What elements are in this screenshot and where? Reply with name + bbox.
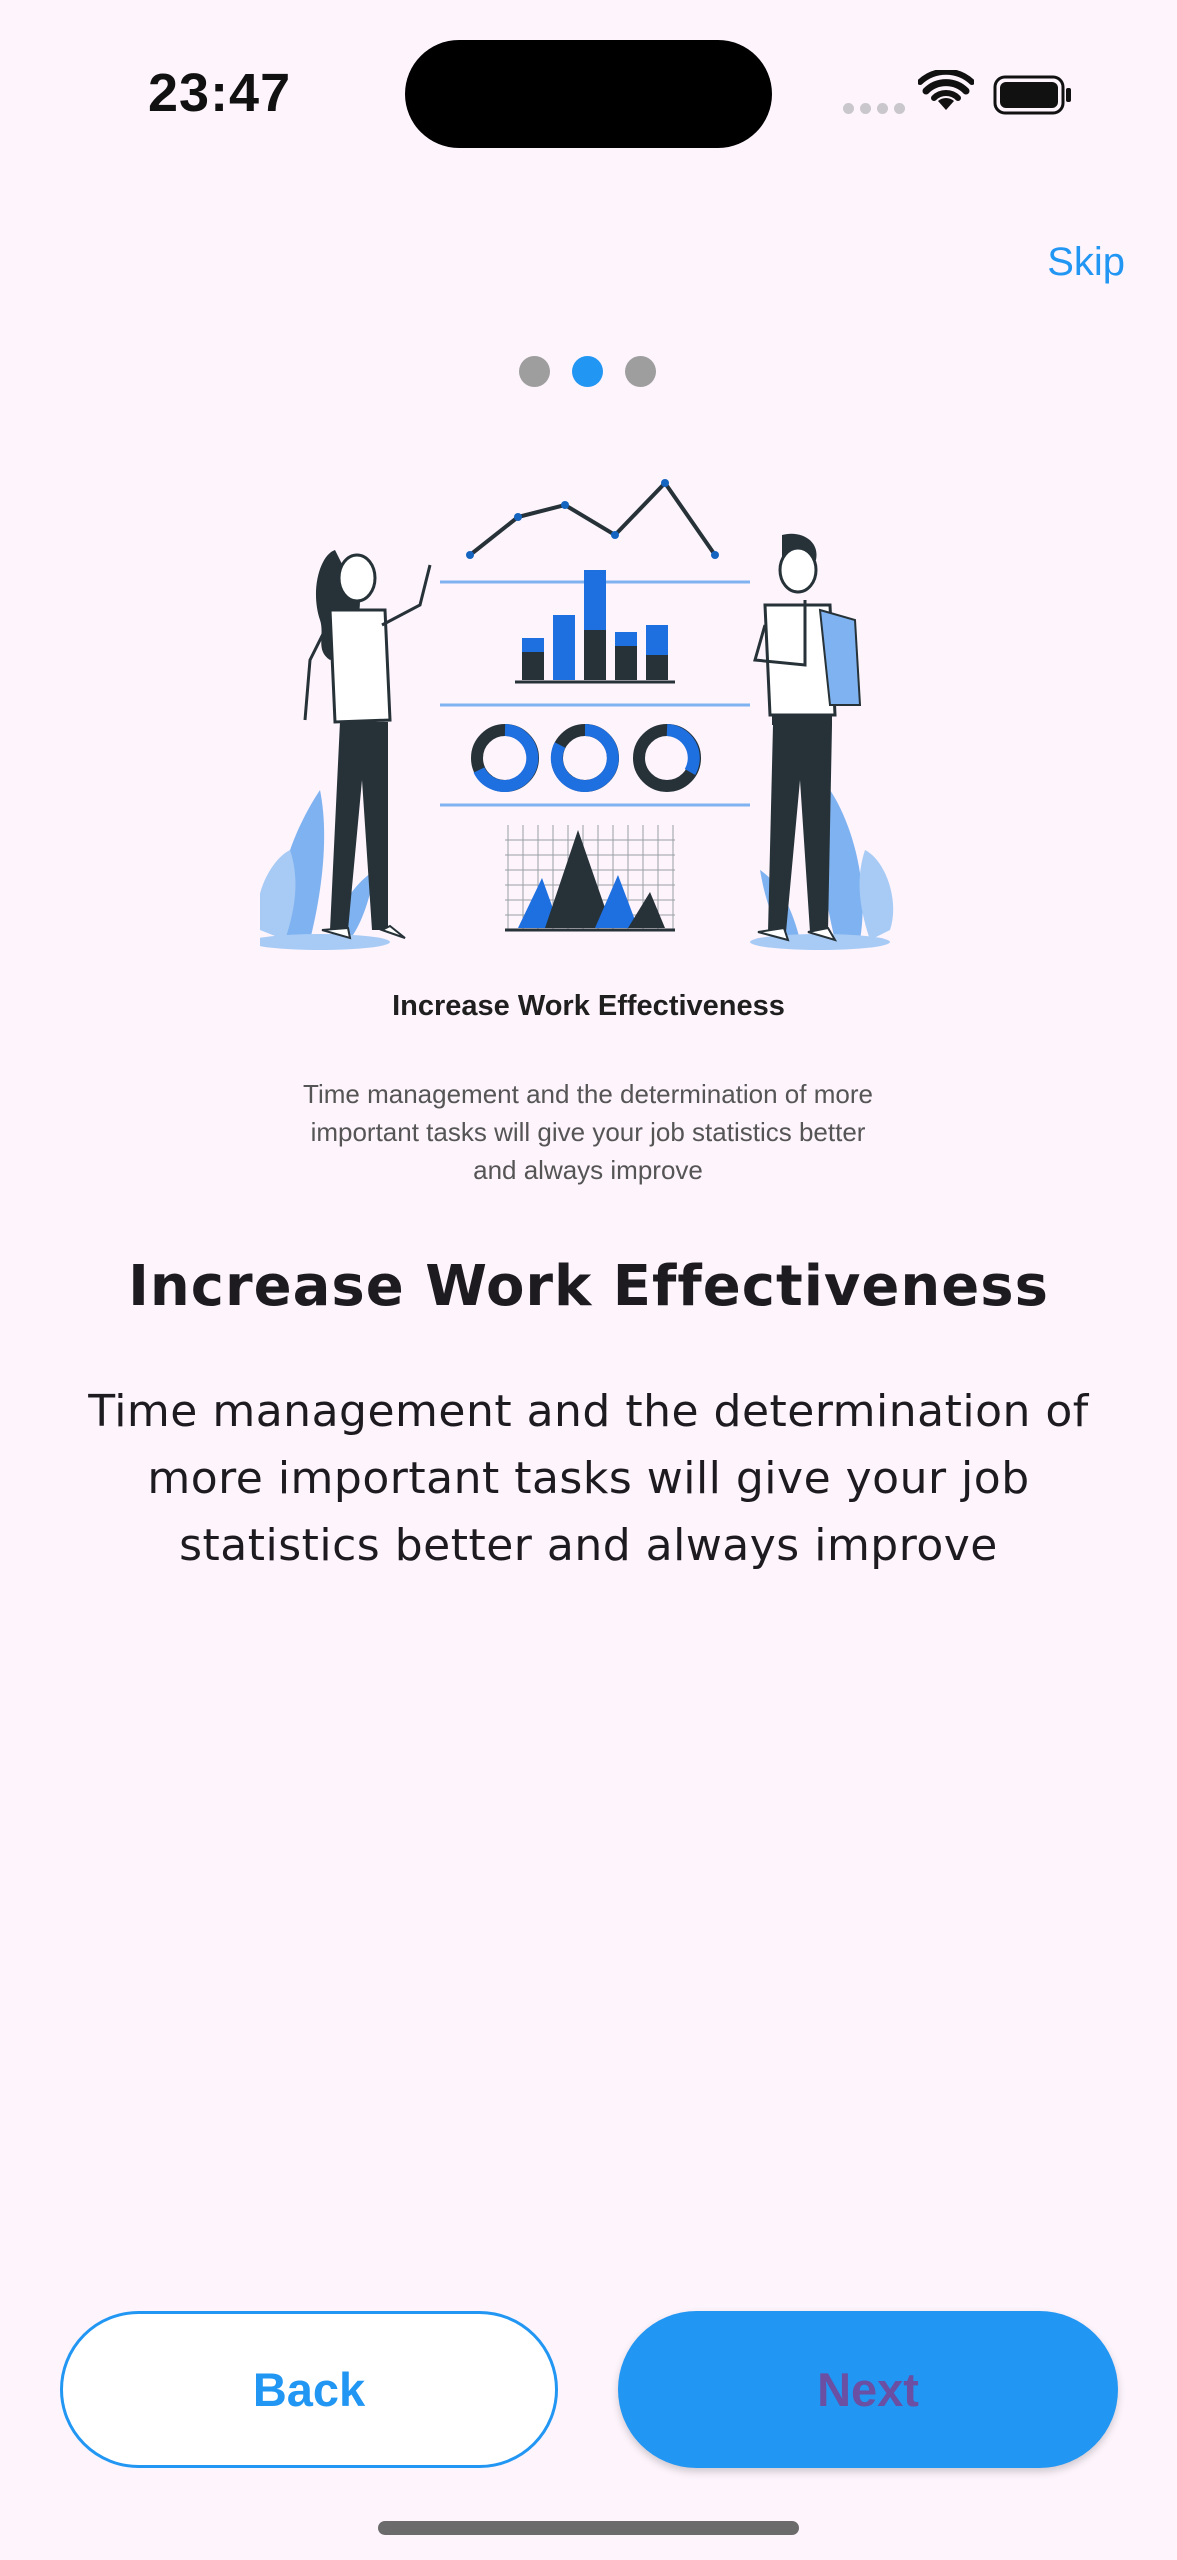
skip-button[interactable]: Skip <box>1047 240 1125 285</box>
illustration-caption-body: Time management and the determination of… <box>303 1079 873 1185</box>
onboarding-title: Increase Work Effectiveness <box>128 1254 1049 1319</box>
page-dot-2-active <box>572 356 603 387</box>
page-indicator <box>519 356 656 387</box>
page-dot-1 <box>519 356 550 387</box>
home-indicator[interactable] <box>378 2521 799 2535</box>
line-chart-graphic <box>466 479 719 559</box>
illustration-caption-title: Increase Work Effectiveness <box>392 990 785 1022</box>
status-time: 23:47 <box>148 63 292 123</box>
battery-icon <box>993 75 1071 115</box>
dynamic-island <box>405 40 772 148</box>
wifi-icon <box>918 70 974 110</box>
bar-chart-graphic <box>515 570 675 684</box>
cellular-signal-icon <box>843 103 905 114</box>
area-chart-graphic <box>505 825 675 932</box>
onboarding-description: Time management and the determination of… <box>88 1386 1089 1571</box>
back-button[interactable]: Back <box>60 2311 558 2468</box>
next-button[interactable]: Next <box>618 2311 1118 2468</box>
page-dot-3 <box>625 356 656 387</box>
donut-charts-graphic <box>471 724 701 792</box>
